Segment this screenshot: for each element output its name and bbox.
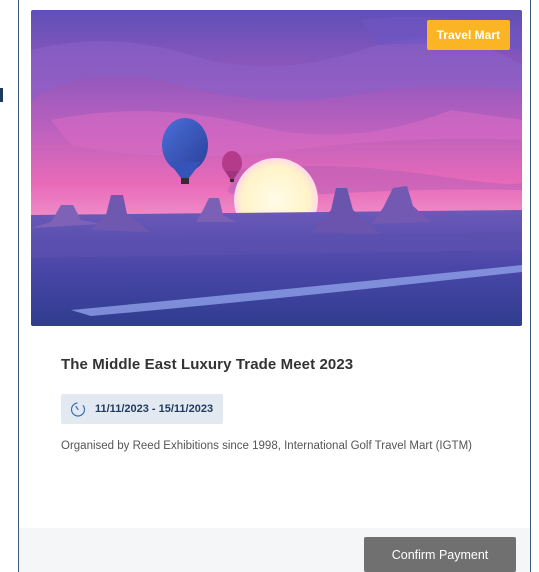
organiser-text: Organised by Reed Exhibitions since 1998…	[61, 440, 472, 452]
event-card: Travel Mart The Middle East Luxury Trade…	[18, 0, 531, 572]
date-range-badge: 11/11/2023 - 15/11/2023	[61, 394, 224, 424]
confirm-payment-button[interactable]: Confirm Payment	[364, 537, 516, 572]
balloon-landscape-illustration	[31, 10, 522, 326]
event-title: The Middle East Luxury Trade Meet 2023	[61, 356, 354, 373]
left-edge-marker	[0, 88, 3, 102]
date-range-text: 11/11/2023 - 15/11/2023	[95, 403, 214, 415]
event-hero-image: Travel Mart	[31, 10, 522, 326]
timer-icon	[70, 402, 86, 417]
category-badge: Travel Mart	[426, 20, 510, 50]
